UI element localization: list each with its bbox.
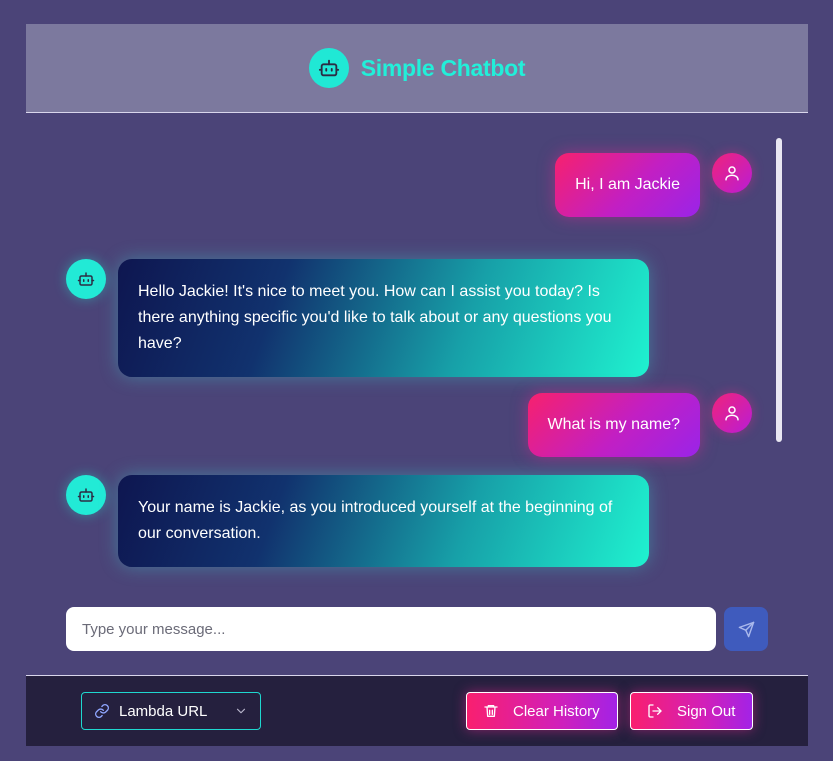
bot-message: Your name is Jackie, as you introduced y… xyxy=(118,475,649,567)
message-text: Hi, I am Jackie xyxy=(575,176,680,193)
user-message: Hi, I am Jackie xyxy=(555,153,700,217)
clear-history-button[interactable]: Clear History xyxy=(466,692,618,730)
sign-out-label: Sign Out xyxy=(677,702,736,720)
header: Simple Chatbot xyxy=(26,24,808,113)
message-text: What is my name? xyxy=(547,416,680,433)
user-avatar-icon xyxy=(712,153,752,193)
send-button[interactable] xyxy=(724,607,768,651)
chevron-down-icon xyxy=(234,704,248,718)
bot-avatar-icon xyxy=(66,475,106,515)
send-icon xyxy=(738,621,755,638)
lambda-url-select[interactable]: Lambda URL xyxy=(81,692,261,730)
bot-message: Hello Jackie! It's nice to meet you. How… xyxy=(118,259,649,377)
robot-icon xyxy=(308,48,349,88)
message-composer xyxy=(66,607,768,651)
user-message: What is my name? xyxy=(527,393,700,457)
message-input[interactable] xyxy=(66,607,716,651)
chatbot-app: Simple Chatbot Hi, I am Jackie Hello Jac… xyxy=(26,24,808,746)
message-text: Your name is Jackie, as you introduced y… xyxy=(138,499,613,542)
user-avatar-icon xyxy=(712,393,752,433)
link-icon xyxy=(94,703,110,719)
message-text: Hello Jackie! It's nice to meet you. How… xyxy=(138,283,612,352)
lambda-url-label: Lambda URL xyxy=(119,702,208,720)
app-title: Simple Chatbot xyxy=(360,54,526,81)
sign-out-button[interactable]: Sign Out xyxy=(630,692,753,730)
sign-out-icon xyxy=(647,703,663,719)
bot-avatar-icon xyxy=(66,259,106,299)
trash-icon xyxy=(483,703,499,719)
chat-area[interactable]: Hi, I am Jackie Hello Jackie! It's nice … xyxy=(26,114,808,584)
footer: Lambda URL Clear History Sign Out xyxy=(26,675,808,746)
chat-scrollbar[interactable] xyxy=(776,138,782,442)
clear-history-label: Clear History xyxy=(513,702,600,720)
